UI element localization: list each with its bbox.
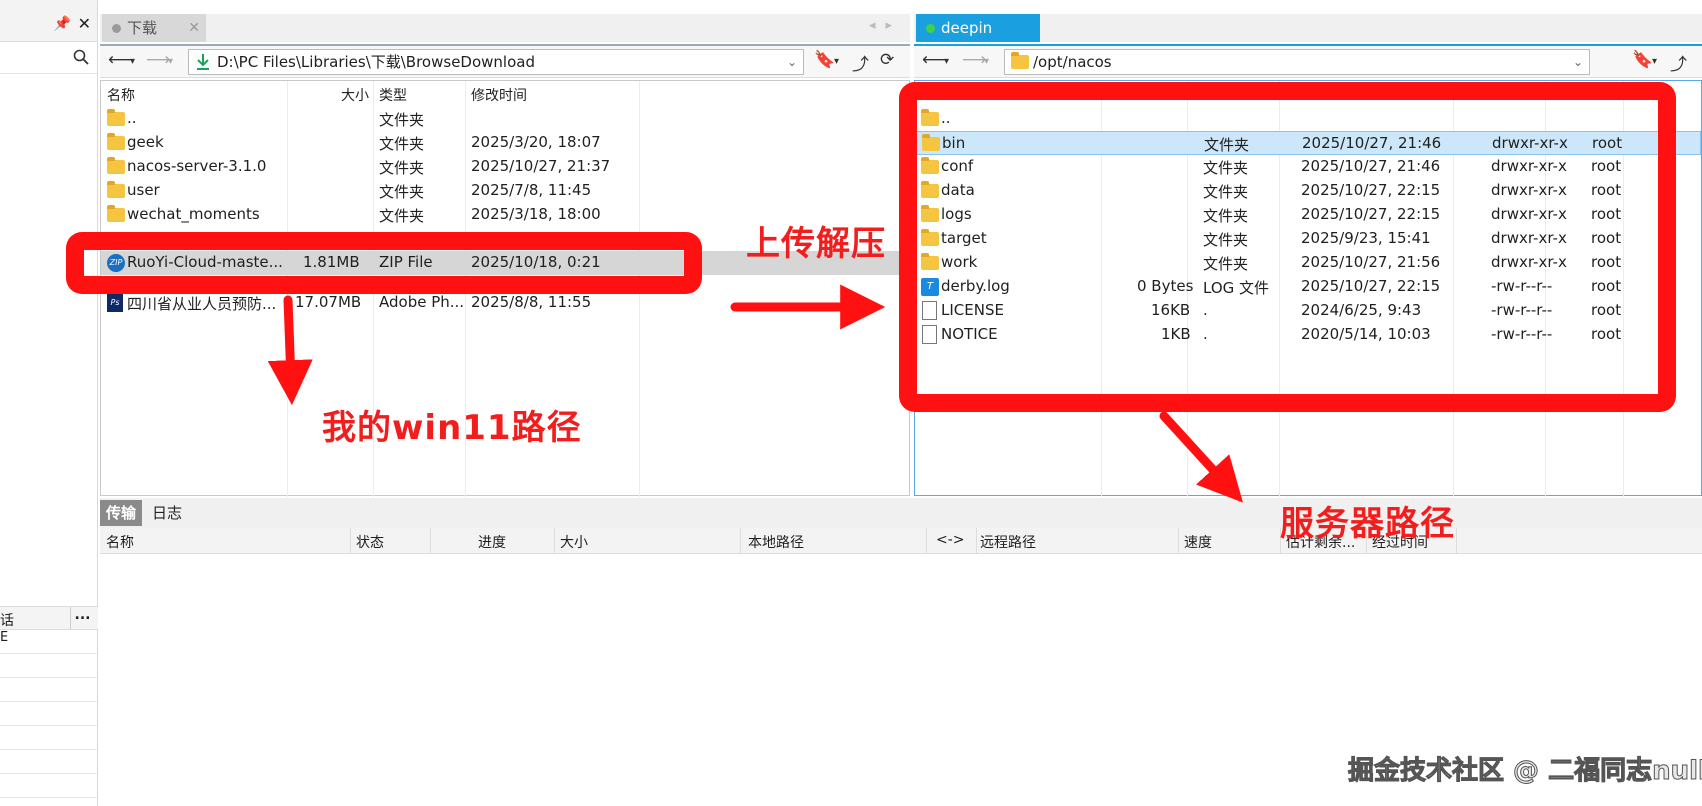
- annotation-upload: 上传解压: [746, 224, 886, 264]
- annotation-local-path: 我的win11路径: [322, 408, 582, 448]
- annotation-server-path: 服务器路径: [1280, 504, 1455, 544]
- arrow-local: [267, 295, 313, 406]
- annotation-arrows: [267, 284, 1243, 503]
- arrow-server: [1159, 411, 1243, 503]
- watermark: 掘金技术社区 @ 二福同志null: [1348, 756, 1702, 787]
